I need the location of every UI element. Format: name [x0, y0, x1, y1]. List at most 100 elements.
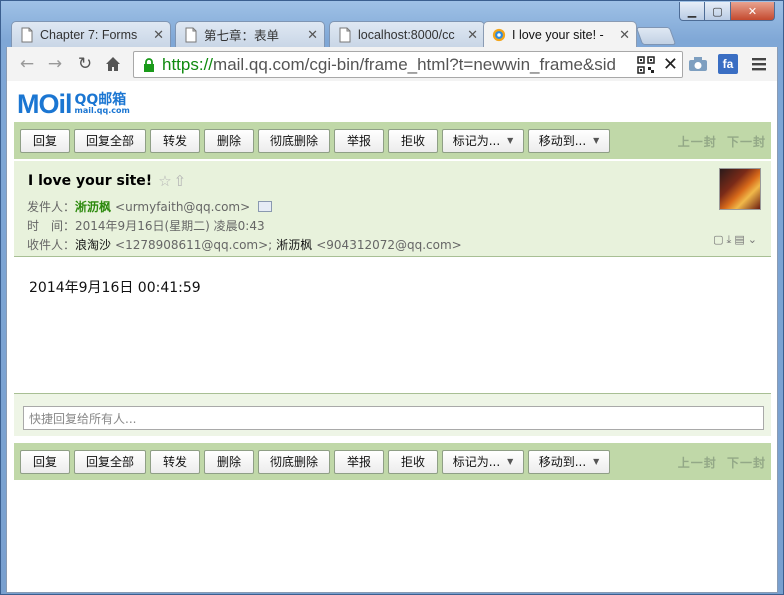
print-icon[interactable]: ▤: [734, 233, 744, 247]
logo-sub1: QQ邮箱: [74, 92, 127, 108]
logo-text: MOil: [17, 88, 72, 119]
mark-as-dropdown[interactable]: 标记为... ▼: [442, 449, 524, 474]
dropdown-arrow-icon: ▼: [593, 457, 600, 466]
prev-mail-link[interactable]: 上一封: [678, 456, 717, 470]
contact-card-icon[interactable]: [258, 201, 273, 212]
sender-label: 发件人：: [27, 200, 76, 214]
tab-close-icon[interactable]: ✕: [467, 27, 478, 43]
delete-permanently-button[interactable]: 彻底删除: [258, 128, 330, 153]
dropdown-arrow-icon: ▼: [593, 136, 600, 145]
browser-toolbar: ← → ↻ https://mail.qq.com/cgi-bin/frame_…: [6, 47, 778, 81]
time-row: 时 间： 2014年9月16日(星期二) 凌晨0:43: [27, 217, 265, 234]
priority-up-icon[interactable]: ⇧: [174, 172, 187, 190]
next-mail-link[interactable]: 下一封: [727, 456, 766, 470]
reject-button[interactable]: 拒收: [388, 128, 438, 153]
home-icon[interactable]: [101, 53, 125, 75]
sender-row: 发件人： 淅沥枫 <urmyfaith@qq.com>: [27, 198, 273, 215]
recipient-email: <904312072@qq.com>: [316, 237, 462, 252]
reply-button[interactable]: 回复: [20, 128, 70, 153]
move-to-dropdown[interactable]: 移动到... ▼: [528, 449, 610, 474]
qr-code-icon[interactable]: [637, 55, 655, 74]
close-window-button[interactable]: ✕: [731, 2, 775, 21]
mark-as-dropdown[interactable]: 标记为... ▼: [442, 128, 524, 153]
quick-reply-area: 快捷回复给所有人...: [14, 393, 771, 436]
tab-localhost[interactable]: localhost:8000/cc ✕: [329, 21, 485, 47]
star-icon[interactable]: ☆: [158, 172, 171, 190]
mail-subject: I love your site! ☆ ⇧: [28, 172, 186, 190]
prev-mail-link[interactable]: 上一封: [678, 135, 717, 149]
more-chevron-icon[interactable]: ⌄: [748, 233, 757, 247]
logo-subtext: QQ邮箱 mail.qq.com: [75, 93, 130, 115]
page-icon: [339, 27, 351, 42]
tab-strip: Chapter 7: Forms ✕ 第七章：表单 ✕ localhost:80…: [11, 21, 771, 48]
quick-reply-input[interactable]: 快捷回复给所有人...: [23, 406, 764, 430]
mail-nav: 上一封 下一封: [673, 133, 766, 150]
tab-chapter7-forms[interactable]: Chapter 7: Forms ✕: [11, 21, 171, 47]
menu-icon[interactable]: [748, 53, 770, 75]
report-button[interactable]: 举报: [334, 449, 384, 474]
close-x-icon[interactable]: ✕: [663, 54, 678, 75]
top-action-bar: 回复 回复全部 转发 删除 彻底删除 举报 拒收 标记为... ▼ 移动到... ▼…: [14, 122, 771, 159]
tab-close-icon[interactable]: ✕: [619, 27, 630, 43]
tab-chapter7-cn[interactable]: 第七章：表单 ✕: [175, 21, 325, 47]
delete-permanently-button[interactable]: 彻底删除: [258, 449, 330, 474]
minimize-button[interactable]: ▁: [679, 2, 705, 21]
page-icon: [21, 27, 33, 42]
reload-icon[interactable]: ↻: [73, 53, 97, 75]
reply-button[interactable]: 回复: [20, 449, 70, 474]
page-icon: [185, 27, 197, 42]
move-to-label: 移动到...: [538, 134, 587, 148]
forward-button[interactable]: 转发: [150, 128, 200, 153]
qqmail-icon: [492, 28, 506, 42]
url-scheme: https://: [162, 54, 214, 74]
camera-icon[interactable]: [687, 53, 709, 75]
logo-sub2: mail.qq.com: [74, 106, 130, 115]
time-value: 2014年9月16日(星期二) 凌晨0:43: [75, 219, 265, 233]
next-mail-link[interactable]: 下一封: [727, 135, 766, 149]
back-arrow-icon[interactable]: ←: [15, 53, 39, 75]
fa-extension-icon[interactable]: fa: [717, 53, 739, 75]
tab-close-icon[interactable]: ✕: [153, 27, 164, 43]
download-icon[interactable]: ⤓: [727, 233, 732, 247]
forward-button[interactable]: 转发: [150, 449, 200, 474]
window-controls: ▁ ▢ ✕: [679, 2, 775, 21]
maximize-button[interactable]: ▢: [705, 2, 731, 21]
mail-body: 2014年9月16日 00:41:59: [29, 280, 201, 296]
tab-close-icon[interactable]: ✕: [307, 27, 318, 43]
tab-qqmail[interactable]: I love your site! - ✕: [483, 21, 637, 48]
recipient-name[interactable]: 浪淘沙: [75, 236, 111, 253]
subject-text: I love your site!: [28, 173, 153, 189]
tab-title: 第七章：表单: [204, 29, 280, 43]
mail-header: I love your site! ☆ ⇧ 发件人： 淅沥枫 <urmyfait…: [14, 161, 771, 257]
mark-as-label: 标记为...: [452, 134, 501, 148]
reply-all-button[interactable]: 回复全部: [74, 128, 146, 153]
dropdown-arrow-icon: ▼: [507, 136, 514, 145]
delete-button[interactable]: 删除: [204, 449, 254, 474]
time-label: 时 间：: [27, 219, 76, 233]
forward-arrow-icon[interactable]: →: [43, 53, 67, 75]
address-bar[interactable]: https://mail.qq.com/cgi-bin/frame_html?t…: [133, 51, 683, 78]
sender-name[interactable]: 淅沥枫: [75, 198, 111, 215]
delete-button[interactable]: 删除: [204, 128, 254, 153]
reply-all-button[interactable]: 回复全部: [74, 449, 146, 474]
browser-window: ▁ ▢ ✕ Chapter 7: Forms ✕ 第七章：表单 ✕ localh…: [0, 0, 784, 595]
move-to-dropdown[interactable]: 移动到... ▼: [528, 128, 610, 153]
recipients-row: 收件人： 浪淘沙 <1278908611@qq.com>; 淅沥枫 <90431…: [27, 236, 462, 253]
url-text: mail.qq.com/cgi-bin/frame_html?t=newwin_…: [213, 54, 617, 74]
new-tab-button[interactable]: [635, 27, 677, 45]
report-button[interactable]: 举报: [334, 128, 384, 153]
tab-title: Chapter 7: Forms: [40, 27, 138, 42]
recipient-name[interactable]: 淅沥枫: [276, 236, 312, 253]
header-tools: ▢ ⤓ ▤ ⌄: [713, 233, 757, 247]
mail-nav: 上一封 下一封: [673, 454, 766, 471]
recipients-label: 收件人：: [27, 238, 76, 252]
page-content: MOil QQ邮箱 mail.qq.com 回复 回复全部 转发 删除 彻底删除…: [6, 81, 778, 593]
reject-button[interactable]: 拒收: [388, 449, 438, 474]
note-icon[interactable]: ▢: [713, 233, 723, 247]
qqmail-logo[interactable]: MOil QQ邮箱 mail.qq.com: [17, 89, 130, 119]
lock-icon: [144, 57, 154, 72]
recipient-email: <1278908611@qq.com>;: [115, 237, 273, 252]
tab-title: I love your site! -: [512, 28, 604, 42]
sender-avatar[interactable]: [719, 168, 761, 210]
sender-email: <urmyfaith@qq.com>: [115, 199, 251, 214]
